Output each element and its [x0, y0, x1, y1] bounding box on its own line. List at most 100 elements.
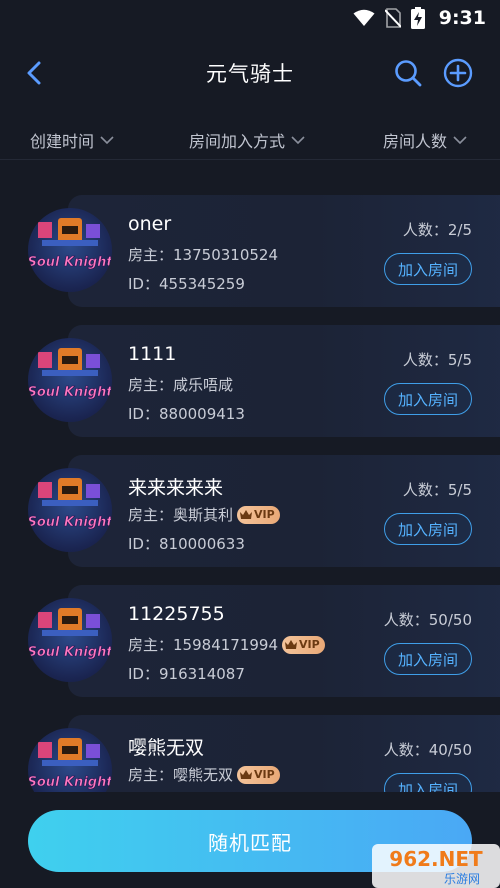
count-label: 人数： [402, 481, 448, 499]
watermark-text-top: 962.NET [389, 847, 483, 871]
room-owner: 房主： 15984171994 VIP [128, 634, 325, 655]
join-room-button[interactable]: 加入房间 [384, 643, 472, 675]
owner-label: 房主： [128, 246, 174, 264]
room-card[interactable]: Soul Knight oner 房主： 13750310524 ID：4553… [28, 195, 500, 307]
watermark-text-bottom: 乐游网 [444, 872, 480, 886]
id-label: ID： [128, 405, 159, 423]
room-list: Soul Knight oner 房主： 13750310524 ID：4553… [0, 160, 500, 792]
watermark-logo: 962.NET 乐游网 [372, 842, 500, 888]
id-value: 916314087 [158, 665, 245, 683]
owner-label: 房主： [128, 506, 174, 524]
room-name: 11225755 [128, 603, 225, 625]
filter-bar: 创建时间 房间加入方式 房间人数 [0, 118, 500, 160]
game-avatar: Soul Knight [28, 598, 112, 682]
vip-badge: VIP [237, 765, 280, 784]
page-title: 元气骑士 [206, 62, 294, 86]
count-value: 40/50 [428, 741, 472, 759]
vip-label: VIP [254, 508, 275, 521]
vip-label: VIP [299, 638, 320, 651]
member-count: 人数：2/5 [403, 219, 472, 240]
game-avatar: Soul Knight [28, 468, 112, 552]
no-sim-icon [384, 8, 401, 28]
id-label: ID： [128, 665, 159, 683]
member-count: 人数：40/50 [384, 739, 472, 760]
id-label: ID： [128, 275, 159, 293]
owner-label: 房主： [128, 376, 174, 394]
avatar-logo-text: Soul Knight [28, 775, 112, 790]
chevron-down-icon [291, 136, 305, 145]
search-button[interactable] [392, 57, 424, 89]
room-owner: 房主： 奥斯其利 VIP [128, 504, 280, 525]
avatar-logo-text: Soul Knight [28, 255, 112, 270]
filter-label: 房间人数 [383, 132, 448, 151]
join-room-button[interactable]: 加入房间 [384, 513, 472, 545]
status-time: 9:31 [438, 7, 486, 29]
room-owner: 房主： 13750310524 [128, 244, 278, 265]
game-avatar: Soul Knight [28, 208, 112, 292]
member-count: 人数：5/5 [403, 479, 472, 500]
wifi-icon [353, 9, 375, 27]
join-room-button[interactable]: 加入房间 [384, 383, 472, 415]
room-card[interactable]: Soul Knight 来来来来来 房主： 奥斯其利 VIP ID：810000… [28, 455, 500, 567]
owner-name: 奥斯其利 [173, 506, 234, 524]
member-count: 人数：50/50 [384, 609, 472, 630]
owner-label: 房主： [128, 636, 174, 654]
count-label: 人数： [402, 221, 448, 239]
room-name: 来来来来来 [128, 477, 224, 499]
owner-name: 13750310524 [173, 245, 278, 264]
chevron-down-icon [453, 136, 467, 145]
filter-create-time[interactable]: 创建时间 [30, 128, 114, 152]
count-label: 人数： [383, 611, 429, 629]
add-circle-icon [443, 58, 473, 88]
filter-label: 创建时间 [30, 132, 95, 151]
count-value: 5/5 [447, 481, 472, 499]
battery-charging-icon [410, 7, 425, 29]
join-room-button[interactable]: 加入房间 [384, 253, 472, 285]
room-id: ID：880009413 [128, 403, 245, 424]
room-name: 嘤熊无双 [128, 737, 205, 759]
join-room-button[interactable]: 加入房间 [384, 773, 472, 792]
filter-join-method[interactable]: 房间加入方式 [189, 128, 305, 152]
room-name: 1111 [128, 343, 177, 365]
count-value: 2/5 [447, 221, 472, 239]
room-owner: 房主： 咸乐唔咸 [128, 374, 233, 395]
member-count: 人数：5/5 [403, 349, 472, 370]
room-id: ID：810000633 [128, 533, 245, 554]
count-label: 人数： [383, 741, 429, 759]
status-bar: 9:31 [0, 0, 500, 36]
owner-name: 嘤熊无双 [173, 766, 234, 784]
id-value: 880009413 [158, 405, 245, 423]
room-owner: 房主： 嘤熊无双 VIP [128, 764, 280, 785]
room-id: ID：916314087 [128, 663, 245, 684]
chevron-down-icon [100, 136, 114, 145]
avatar-logo-text: Soul Knight [28, 515, 112, 530]
owner-name: 15984171994 [173, 635, 278, 654]
game-avatar: Soul Knight [28, 338, 112, 422]
room-card[interactable]: Soul Knight 嘤熊无双 房主： 嘤熊无双 VIP 人数：40/50 加… [28, 715, 500, 792]
id-label: ID： [128, 535, 159, 553]
search-icon [395, 60, 422, 87]
crown-icon [240, 509, 253, 519]
room-name: oner [128, 213, 172, 235]
room-id: ID：455345259 [128, 273, 245, 294]
count-value: 5/5 [447, 351, 472, 369]
create-room-button[interactable] [442, 57, 474, 89]
crown-icon [285, 639, 297, 649]
count-value: 50/50 [428, 611, 472, 629]
crown-icon [240, 769, 253, 779]
filter-label: 房间加入方式 [189, 132, 286, 151]
vip-badge: VIP [237, 505, 280, 524]
header: 元气骑士 [0, 46, 500, 100]
room-card[interactable]: Soul Knight 1111 房主： 咸乐唔咸 ID：880009413 人… [28, 325, 500, 437]
avatar-logo-text: Soul Knight [28, 645, 112, 660]
room-card[interactable]: Soul Knight 11225755 房主： 15984171994 VIP… [28, 585, 500, 697]
filter-room-size[interactable]: 房间人数 [383, 128, 467, 152]
id-value: 455345259 [158, 275, 245, 293]
avatar-logo-text: Soul Knight [28, 385, 112, 400]
owner-name: 咸乐唔咸 [173, 376, 234, 394]
owner-label: 房主： [128, 766, 174, 784]
vip-label: VIP [254, 768, 275, 781]
vip-badge: VIP [282, 635, 325, 654]
count-label: 人数： [402, 351, 448, 369]
id-value: 810000633 [158, 535, 245, 553]
